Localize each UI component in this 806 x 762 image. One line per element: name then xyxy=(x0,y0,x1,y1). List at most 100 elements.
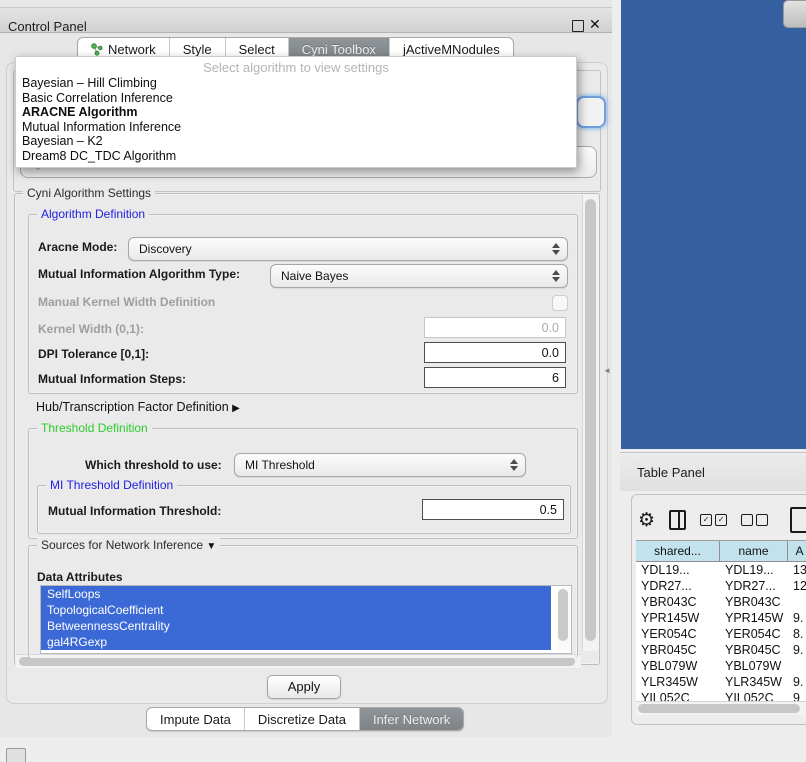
data-attributes-list: SelfLoopsTopologicalCoefficientBetweenne… xyxy=(40,585,572,654)
table-cell: YDR27... xyxy=(636,578,720,594)
mi-algorithm-type-combobox[interactable]: Naive Bayes xyxy=(270,264,568,288)
tab-network-label: Network xyxy=(108,42,156,57)
manual-kernel-label: Manual Kernel Width Definition xyxy=(38,295,215,309)
tab-infer-network[interactable]: Infer Network xyxy=(360,708,463,730)
table-row[interactable]: YBL079WYBL079W xyxy=(636,658,806,674)
hub-definition-disclosure[interactable]: Hub/Transcription Factor Definition ▶ xyxy=(36,400,240,414)
attribute-list-item[interactable]: gal4RGexp xyxy=(41,634,551,650)
which-threshold-combobox[interactable]: MI Threshold xyxy=(234,453,526,477)
table-row[interactable]: YLR345WYLR345W9. xyxy=(636,674,806,690)
spinner-arrows-icon xyxy=(552,243,560,255)
mi-threshold-label: Mutual Information Threshold: xyxy=(48,504,221,518)
table-cell: YIL052C xyxy=(720,690,788,701)
table-cell: YDL19... xyxy=(720,562,788,578)
table-row[interactable]: YDL19...YDL19...13 xyxy=(636,562,806,578)
panel-collapse-arrow-icon[interactable]: ◄ xyxy=(603,366,611,375)
table-cell: YBL079W xyxy=(720,658,788,674)
apply-button[interactable]: Apply xyxy=(267,675,341,699)
table-cell: 9. xyxy=(788,674,806,690)
algorithm-option[interactable]: Basic Correlation Inference xyxy=(16,91,576,106)
aracne-mode-combobox[interactable]: Discovery xyxy=(128,237,568,261)
scrollbar-thumb[interactable] xyxy=(558,589,568,641)
mi-steps-field[interactable]: 6 xyxy=(424,367,566,388)
list-scrollbar[interactable] xyxy=(557,587,570,651)
algorithm-list: Bayesian – Hill ClimbingBasic Correlatio… xyxy=(16,76,576,164)
algorithm-option[interactable]: Mutual Information Inference xyxy=(16,120,576,135)
minimized-panel-icon[interactable] xyxy=(6,748,26,762)
table-cell: 13 xyxy=(788,562,806,578)
algorithm-combobox-fragment[interactable] xyxy=(576,96,606,128)
tab-discretize-data[interactable]: Discretize Data xyxy=(245,708,360,730)
table-row[interactable]: YPR145WYPR145W9. xyxy=(636,610,806,626)
table-cell: YDR27... xyxy=(720,578,788,594)
select-all-checkboxes-icon[interactable]: ✓✓ xyxy=(700,514,727,526)
table-row[interactable]: YDR27...YDR27...12 xyxy=(636,578,806,594)
spinner-arrows-icon xyxy=(510,459,518,471)
network-icon xyxy=(91,43,103,56)
manual-kernel-checkbox[interactable] xyxy=(552,295,568,311)
kernel-width-label: Kernel Width (0,1): xyxy=(38,322,144,336)
scrollbar-thumb[interactable] xyxy=(19,657,575,666)
table-panel: ⚙ ✓✓ shared...nameA YDL19...YDL19...13YD… xyxy=(631,494,806,725)
table-cell: YPR145W xyxy=(720,610,788,626)
table-cell xyxy=(788,594,806,610)
table-cell: YDL19... xyxy=(636,562,720,578)
table-cell: YBR045C xyxy=(636,642,720,658)
table-cell xyxy=(788,658,806,674)
deselect-all-checkboxes-icon[interactable] xyxy=(741,514,768,526)
table-row[interactable]: YBR043CYBR043C xyxy=(636,594,806,610)
table-row[interactable]: YBR045CYBR045C9. xyxy=(636,642,806,658)
table-row[interactable]: YER054CYER054C8. xyxy=(636,626,806,642)
control-panel: Control Panel ✕ Network Style Select Cyn… xyxy=(0,0,612,737)
data-attributes-label: Data Attributes xyxy=(37,570,123,584)
columns-icon[interactable] xyxy=(669,510,686,530)
panel-title: Control Panel xyxy=(8,19,87,34)
algorithm-option[interactable]: ARACNE Algorithm xyxy=(16,105,576,120)
scrollbar-thumb[interactable] xyxy=(638,704,800,713)
dpi-tolerance-field[interactable]: 0.0 xyxy=(424,342,566,363)
table-cell: 12 xyxy=(788,578,806,594)
close-icon[interactable]: ✕ xyxy=(589,16,601,33)
attribute-list-item[interactable]: BetweennessCentrality xyxy=(41,618,551,634)
column-header[interactable]: shared... xyxy=(636,541,720,561)
table-panel-title: Table Panel xyxy=(637,465,705,480)
sources-title[interactable]: Sources for Network Inference ▼ xyxy=(37,538,220,552)
node-table: shared...nameA YDL19...YDL19...13YDR27..… xyxy=(636,540,806,701)
table-cell: YBR043C xyxy=(720,594,788,610)
background-window-fragment xyxy=(783,0,806,28)
algorithm-option[interactable]: Bayesian – Hill Climbing xyxy=(16,76,576,91)
new-table-icon[interactable] xyxy=(790,507,806,533)
float-window-icon[interactable] xyxy=(572,20,584,32)
dpi-tolerance-label: DPI Tolerance [0,1]: xyxy=(38,347,149,361)
kernel-width-field[interactable]: 0.0 xyxy=(424,317,566,338)
table-toolbar: ⚙ ✓✓ xyxy=(638,501,806,539)
table-cell: YPR145W xyxy=(636,610,720,626)
algorithm-dropdown: Select algorithm to view settings Bayesi… xyxy=(15,56,577,168)
table-cell: YBR045C xyxy=(720,642,788,658)
mi-threshold-field[interactable]: 0.5 xyxy=(422,499,564,520)
settings-vertical-scrollbar[interactable] xyxy=(582,195,598,651)
control-panel-titlebar: Control Panel ✕ xyxy=(0,7,612,33)
table-panel-titlebar: Table Panel xyxy=(620,452,806,491)
scrollbar-thumb[interactable] xyxy=(585,199,596,641)
algorithm-option[interactable]: Dream8 DC_TDC Algorithm xyxy=(16,149,576,164)
table-horizontal-scrollbar[interactable] xyxy=(636,701,806,715)
gear-icon[interactable]: ⚙ xyxy=(638,511,655,530)
table-cell: YBR043C xyxy=(636,594,720,610)
table-cell: 9. xyxy=(788,610,806,626)
screen: Control Panel ✕ Network Style Select Cyn… xyxy=(0,0,806,762)
mi-threshold-definition-title: MI Threshold Definition xyxy=(46,478,177,492)
mi-steps-label: Mutual Information Steps: xyxy=(38,372,186,386)
algorithm-option[interactable]: Bayesian – K2 xyxy=(16,134,576,149)
table-cell: YER054C xyxy=(636,626,720,642)
column-header[interactable]: name xyxy=(720,541,788,561)
settings-group-title: Cyni Algorithm Settings xyxy=(23,186,155,200)
table-row[interactable]: YIL052CYIL052C9 xyxy=(636,690,806,701)
attribute-list-item[interactable]: TopologicalCoefficient xyxy=(41,602,551,618)
tab-impute-data[interactable]: Impute Data xyxy=(147,708,245,730)
table-cell: 9. xyxy=(788,642,806,658)
table-cell: YBL079W xyxy=(636,658,720,674)
column-header[interactable]: A xyxy=(788,541,806,561)
attribute-list-item[interactable]: SelfLoops xyxy=(41,586,551,602)
table-cell: 8. xyxy=(788,626,806,642)
